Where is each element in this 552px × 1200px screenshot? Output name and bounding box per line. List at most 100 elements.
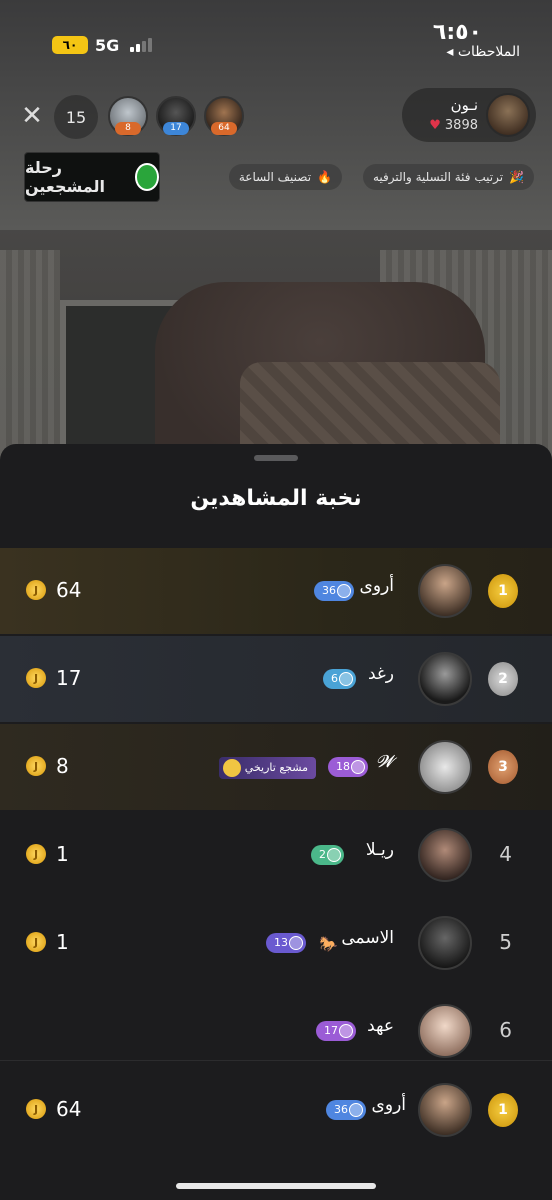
host-name: نـون [450,96,478,114]
level-badge: 36 [326,1100,366,1120]
battery-icon: ٦٠ [52,36,88,54]
viewer-level-badge: 64 [211,122,237,135]
level-badge: 18 [328,757,368,777]
host-likes: ♥ 3898 [429,118,478,133]
viewer-level-badge: 8 [115,122,141,135]
ranking-row[interactable]: 6 عهد 17 [0,988,552,1074]
level-badge: 2 [311,845,344,865]
curtain-left [0,250,60,470]
diamond-icon [351,760,365,774]
viewer-name: ريـلا [365,840,394,860]
hourly-ranking-label: تصنيف الساعة [238,170,312,184]
avatar[interactable] [418,828,472,882]
ranking-row[interactable]: 1 أروى 36 J 64 [0,548,552,634]
category-ranking-chip[interactable]: ترتيب فئة التسلية والترفيه 🎉 [362,164,534,190]
coin-count: 64 [56,1097,82,1121]
coins: J8 [26,754,69,778]
coins: J 17 [26,666,81,690]
hourly-ranking-chip[interactable]: تصنيف الساعة 🔥 [228,164,342,190]
viewer-name: أروى [359,576,394,596]
coin-count: 1 [56,930,69,954]
gold-medal-icon: 1 [488,1093,518,1127]
ranking-row[interactable]: 3 𝓦 18 مشجع تاريخي J8 [0,724,552,810]
coins: J 64 [26,578,81,602]
status-time: ٦:٥٠ [432,20,482,45]
emblem-icon [222,759,241,777]
rank-number: 5 [499,930,512,954]
level-badge: 36 [314,581,354,601]
back-to-notes-link[interactable]: ◂ الملاحظات [446,44,520,60]
close-icon[interactable]: ✕ [18,103,46,131]
host-info[interactable]: نـون ♥ 3898 [402,88,536,142]
level-value: 36 [322,584,336,597]
rank-number: 4 [499,842,512,866]
bronze-medal-icon: 3 [488,750,518,784]
avatar[interactable] [418,652,472,706]
coin-icon: J [26,932,46,952]
signal-icon [130,38,152,52]
coin-icon: J [26,668,46,688]
home-indicator[interactable] [176,1183,376,1189]
coin-icon: J [26,1099,46,1119]
avatar[interactable] [418,916,472,970]
coins: J 64 [26,1097,81,1121]
coin-count: 64 [56,578,82,602]
diamond-icon [327,848,341,862]
level-value: 17 [324,1024,338,1037]
status-bar: ٦:٥٠ ◂ الملاحظات ٦٠ 5G [0,0,552,70]
live-video-background [0,0,552,470]
host-avatar[interactable] [486,93,530,137]
diamond-icon [339,672,353,686]
coin-icon: J [26,756,46,776]
confetti-icon: 🎉 [509,170,524,184]
coin-count: 8 [56,754,69,778]
logo-text: رحلة المشجعين [25,158,105,196]
silver-medal-icon: 2 [488,662,518,696]
avatar[interactable] [418,1004,472,1058]
avatar[interactable] [418,740,472,794]
ranking-row[interactable]: 2 رغد 6 J 17 [0,636,552,722]
viewer-name: الاسمى [341,928,394,948]
my-ranking-row[interactable]: 1 أروى 36 J 64 [0,1067,552,1153]
title-badge-text: مشجع تاريخي [244,761,308,774]
title-badge: مشجع تاريخي [218,757,316,779]
coin-count: 1 [56,842,69,866]
diamond-icon [289,936,303,950]
diamond-icon [339,1024,353,1038]
avatar[interactable] [418,564,472,618]
coin-icon: J [26,844,46,864]
avatar[interactable] [418,1083,472,1137]
level-value: 2 [319,848,326,861]
viewer-count[interactable]: 15 [54,95,98,139]
level-badge: 17 [316,1021,356,1041]
host-likes-count: 3898 [444,118,478,133]
ranking-row[interactable]: 4 ريـلا 2 J1 [0,812,552,898]
level-badge: 13 [266,933,306,953]
football-icon [134,163,159,191]
level-badge: 6 [323,669,356,689]
heart-icon: ♥ [429,118,441,133]
divider [0,1060,552,1061]
ranking-row[interactable]: 5 الاسمى 🐎 13 J1 [0,900,552,986]
rank-number: 6 [499,1018,512,1042]
diamond-icon [349,1103,363,1117]
viewer-name: 𝓦 [376,752,394,772]
level-value: 6 [331,672,338,685]
coins: J1 [26,930,69,954]
viewer-level-badge: 17 [163,122,189,135]
viewer-name: رغد [367,664,394,684]
sheet-handle[interactable] [254,455,298,461]
gold-medal-icon: 1 [488,574,518,608]
coin-count: 17 [56,666,82,690]
level-value: 13 [274,936,288,949]
level-value: 18 [336,760,350,773]
diamond-icon [337,584,351,598]
fans-journey-logo[interactable]: رحلة المشجعين [24,152,160,202]
level-value: 36 [334,1103,348,1116]
viewer-name: عهد [367,1016,394,1036]
coins: J1 [26,842,69,866]
coin-icon: J [26,580,46,600]
horse-icon: 🐎 [319,935,338,953]
fire-icon: 🔥 [317,170,332,184]
viewer-name: أروى [371,1095,406,1115]
